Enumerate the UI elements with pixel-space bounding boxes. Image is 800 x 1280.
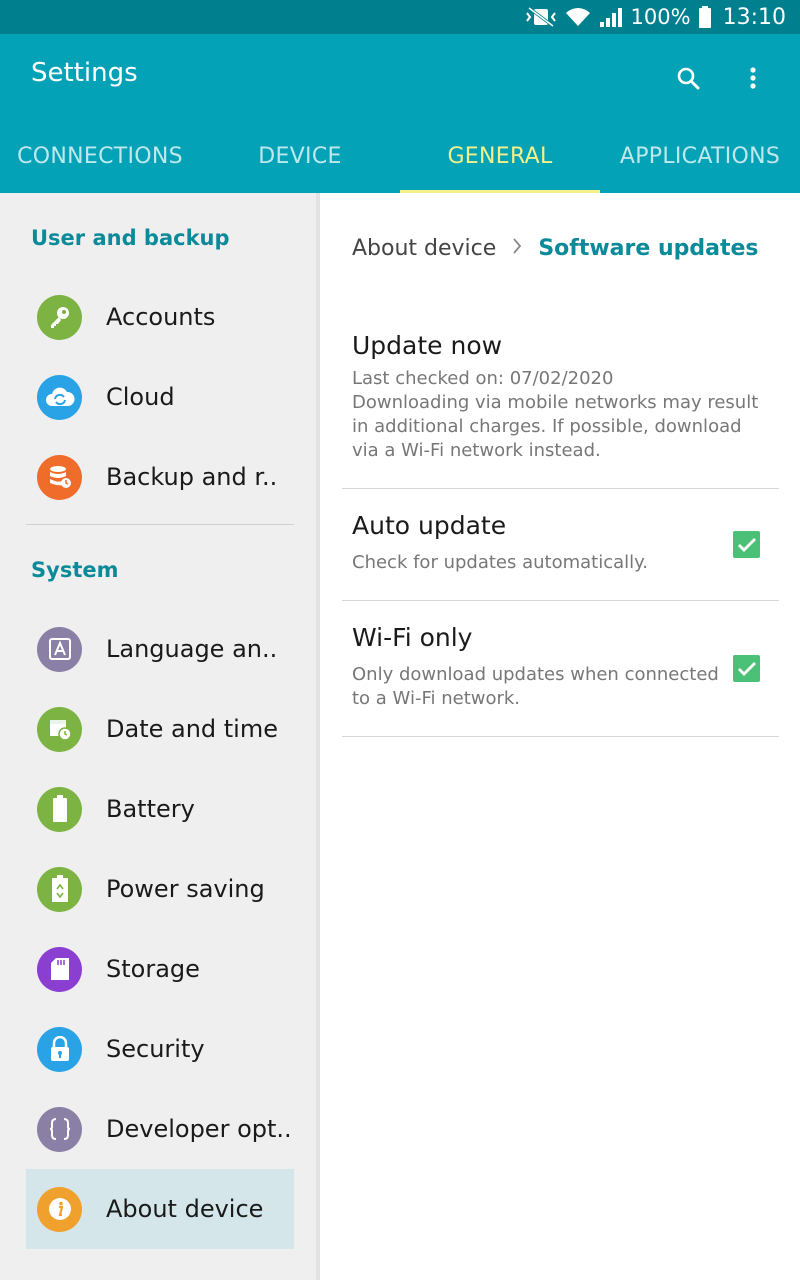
auto-update-checkbox[interactable] — [733, 531, 760, 558]
status-icons: 100% 13:10 — [525, 0, 786, 34]
tab-bar: CONNECTIONS DEVICE GENERAL APPLICATIONS — [0, 120, 800, 193]
breadcrumb-parent[interactable]: About device — [352, 236, 496, 261]
lock-icon — [37, 1026, 82, 1072]
sd-card-icon — [37, 946, 82, 992]
sidebar-item-battery[interactable]: Battery — [26, 769, 294, 849]
sidebar-item-label: About device — [106, 1195, 264, 1223]
recycle-icon — [37, 866, 82, 912]
wifi-icon — [565, 6, 591, 28]
section-header-user-backup: User and backup — [31, 226, 230, 250]
divider — [342, 736, 779, 737]
app-bar: Settings CONNECTIONS DEVICE GENERAL APPL… — [0, 34, 800, 193]
sidebar-item-developer-options[interactable]: Developer opt.. — [26, 1089, 294, 1169]
sidebar-item-label: Battery — [106, 795, 195, 823]
sidebar-item-language[interactable]: Language an.. — [26, 609, 294, 689]
page-title: Settings — [31, 58, 138, 88]
sidebar-item-label: Cloud — [106, 383, 175, 411]
calendar-clock-icon — [37, 706, 82, 752]
sidebar-item-power-saving[interactable]: Power saving — [26, 849, 294, 929]
sidebar-item-accounts[interactable]: Accounts — [26, 277, 294, 357]
tab-device[interactable]: DEVICE — [200, 120, 400, 193]
breadcrumb: About device Software updates — [352, 236, 759, 261]
section-divider — [26, 524, 294, 525]
sidebar-item-backup[interactable]: Backup and r.. — [26, 437, 294, 517]
pref-summary: Last checked on: 07/02/2020 Downloading … — [352, 367, 758, 463]
sidebar-item-label: Backup and r.. — [106, 463, 278, 491]
signal-icon — [599, 6, 623, 28]
sidebar-item-date-time[interactable]: Date and time — [26, 689, 294, 769]
sidebar-item-security[interactable]: Security — [26, 1009, 294, 1089]
summary-line: Last checked on: 07/02/2020 — [352, 368, 614, 389]
tab-general[interactable]: GENERAL — [400, 120, 600, 193]
sidebar-item-label: Developer opt.. — [106, 1115, 292, 1143]
summary-line: Only download updates when connected — [352, 664, 719, 685]
backup-icon — [37, 454, 82, 500]
more-vert-icon[interactable] — [735, 60, 771, 96]
summary-line: to a Wi-Fi network. — [352, 688, 521, 709]
detail-panel: About device Software updates Update now… — [320, 193, 800, 1280]
search-icon[interactable] — [670, 60, 706, 96]
tab-applications[interactable]: APPLICATIONS — [600, 120, 800, 193]
section-header-system: System — [31, 558, 119, 582]
status-bar: 100% 13:10 — [0, 0, 800, 34]
sidebar-item-label: Accounts — [106, 303, 216, 331]
battery-status-icon — [698, 6, 711, 28]
sidebar-item-label: Language an.. — [106, 635, 278, 663]
vibrate-icon — [525, 6, 557, 28]
battery-percent: 100% — [630, 5, 691, 29]
pref-title: Update now — [352, 331, 503, 360]
summary-line: Downloading via mobile networks may resu… — [352, 392, 759, 413]
sidebar-item-label: Date and time — [106, 715, 278, 743]
info-icon — [37, 1186, 82, 1232]
wifi-only-pref[interactable]: Wi-Fi only Only download updates when co… — [342, 601, 779, 736]
chevron-right-icon — [512, 236, 522, 261]
sidebar-item-storage[interactable]: Storage — [26, 929, 294, 1009]
sidebar-item-label: Power saving — [106, 875, 265, 903]
pref-summary: Check for updates automatically. — [352, 552, 648, 573]
sidebar: User and backup Accounts Cloud Backup an… — [0, 193, 316, 1280]
tab-connections[interactable]: CONNECTIONS — [0, 120, 200, 193]
update-now-pref[interactable]: Update now Last checked on: 07/02/2020 D… — [342, 305, 779, 489]
sidebar-item-label: Storage — [106, 955, 200, 983]
auto-update-pref[interactable]: Auto update Check for updates automatica… — [342, 489, 779, 600]
wifi-only-checkbox[interactable] — [733, 655, 760, 682]
summary-line: via a Wi-Fi network instead. — [352, 440, 601, 461]
braces-icon — [37, 1106, 82, 1152]
breadcrumb-current: Software updates — [538, 236, 759, 261]
language-icon — [37, 626, 82, 672]
cloud-sync-icon — [37, 374, 82, 420]
clock: 13:10 — [722, 4, 786, 30]
key-icon — [37, 294, 82, 340]
battery-icon — [37, 786, 82, 832]
sidebar-item-about-device[interactable]: About device — [26, 1169, 294, 1249]
pref-title: Auto update — [352, 511, 507, 540]
pref-title: Wi-Fi only — [352, 623, 473, 652]
summary-line: in additional charges. If possible, down… — [352, 416, 742, 437]
pref-summary: Only download updates when connected to … — [352, 663, 719, 711]
sidebar-item-label: Security — [106, 1035, 205, 1063]
sidebar-item-cloud[interactable]: Cloud — [26, 357, 294, 437]
